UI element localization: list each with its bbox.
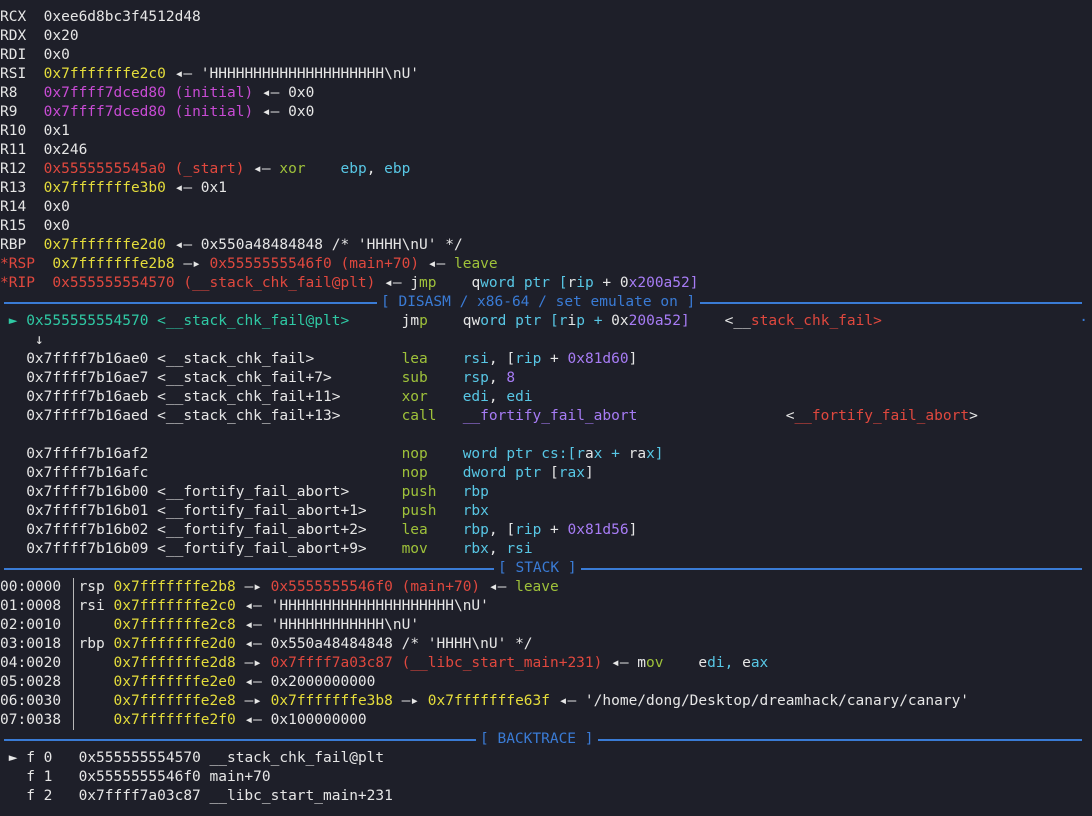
section-title: [ BACKTRACE ] <box>480 731 594 747</box>
disasm-header: [ DISASM / x86-64 / set emulate on ] · <box>0 293 1092 329</box>
current-instruction[interactable]: ► 0x555555554570 <__stack_chk_fail@plt> … <box>0 312 1092 331</box>
disasm-row[interactable] <box>0 426 1092 445</box>
stack-row[interactable]: 03:0018 rbp 0x7fffffffe2d0 ◂— 0x550a4848… <box>0 635 1092 654</box>
register-row: RBP 0x7fffffffe2d0 ◂— 0x550a48484848 /* … <box>0 237 463 253</box>
stack-row[interactable]: 06:0030 0x7fffffffe2e8 —▸ 0x7fffffffe3b8… <box>0 692 1092 711</box>
disasm-row[interactable]: 0x7ffff7b16ae7 <__stack_chk_fail+7> sub … <box>0 369 1092 388</box>
stack-row[interactable]: 07:0038 0x7fffffffe2f0 ◂— 0x100000000 <box>0 711 1092 730</box>
register-row: RDX 0x20 <box>0 28 79 44</box>
register-row: RSI 0x7fffffffe2c0 ◂— 'HHHHHHHHHHHHHHHHH… <box>0 66 420 82</box>
register-row: R14 0x0 <box>0 199 70 215</box>
section-title: [ STACK ] <box>498 560 577 576</box>
disasm-row[interactable]: 0x7ffff7b16aed <__stack_chk_fail+13> cal… <box>0 407 1092 426</box>
stack-header: [ STACK ] <box>0 559 1092 578</box>
separator-rule <box>4 568 494 570</box>
disasm-row[interactable]: 0x7ffff7b16b02 <__fortify_fail_abort+2> … <box>0 521 1092 540</box>
register-row: R11 0x246 <box>0 142 88 158</box>
separator-rule <box>4 302 377 304</box>
register-row: *RIP 0x555555554570 (__stack_chk_fail@pl… <box>0 275 699 291</box>
register-row: *RSP 0x7fffffffe2b8 —▸ 0x5555555546f0 (m… <box>0 256 498 272</box>
stack-row[interactable]: 00:0000 rsp 0x7fffffffe2b8 —▸ 0x55555555… <box>0 578 1092 597</box>
disasm-row[interactable]: 0x7ffff7b16af2 nop word ptr cs:[rax + ra… <box>0 445 1092 464</box>
register-row: R8 0x7ffff7dced80 (initial) ◂— 0x0 <box>0 85 315 101</box>
register-row: R13 0x7fffffffe3b0 ◂— 0x1 <box>0 180 227 196</box>
disasm-row[interactable]: 0x7ffff7b16afc nop dword ptr [rax] <box>0 464 1092 483</box>
register-row: R15 0x0 <box>0 218 70 234</box>
terminal-window[interactable]: RCX 0xee6d8bc3f4512d48 RDX 0x20 RDI 0x0 RSI… <box>0 0 1092 816</box>
disasm-row[interactable]: 0x7ffff7b16b09 <__fortify_fail_abort+9> … <box>0 540 1092 559</box>
stack-row[interactable]: 01:0008 rsi 0x7fffffffe2c0 ◂— 'HHHHHHHHH… <box>0 597 1092 616</box>
disasm-row[interactable]: 0x7ffff7b16aeb <__stack_chk_fail+11> xor… <box>0 388 1092 407</box>
backtrace-frame[interactable]: f 1 0x5555555546f0 main+70 <box>0 768 1092 787</box>
disasm-row[interactable]: ↓ <box>0 331 1092 350</box>
stack-row[interactable]: 02:0010 0x7fffffffe2c8 ◂— 'HHHHHHHHHHHH\… <box>0 616 1092 635</box>
backtrace-frame[interactable]: ► f 0 0x555555554570 __stack_chk_fail@pl… <box>0 749 1092 768</box>
separator-rule <box>597 739 1082 741</box>
register-row: RDI 0x0 <box>0 47 70 63</box>
disasm-row[interactable]: 0x7ffff7b16b01 <__fortify_fail_abort+1> … <box>0 502 1092 521</box>
disasm-row[interactable]: 0x7ffff7b16ae0 <__stack_chk_fail> lea rs… <box>0 350 1092 369</box>
stack-row[interactable]: 04:0020 0x7fffffffe2d8 —▸ 0x7ffff7a03c87… <box>0 654 1092 673</box>
backtrace-header: [ BACKTRACE ] <box>0 730 1092 749</box>
disasm-row[interactable]: 0x7ffff7b16b00 <__fortify_fail_abort> pu… <box>0 483 1092 502</box>
register-row: RCX 0xee6d8bc3f4512d48 <box>0 9 201 25</box>
register-row: R10 0x1 <box>0 123 70 139</box>
separator-rule <box>700 302 1082 304</box>
separator-rule <box>4 739 476 741</box>
stack-divider <box>73 578 74 730</box>
stack-row[interactable]: 05:0028 0x7fffffffe2e0 ◂— 0x2000000000 <box>0 673 1092 692</box>
register-row: R12 0x5555555545a0 (_start) ◂— xor ebp, … <box>0 161 411 177</box>
separator-rule <box>580 568 1082 570</box>
backtrace-frame[interactable]: f 2 0x7ffff7a03c87 __libc_start_main+231 <box>0 787 1092 806</box>
section-title: [ DISASM / x86-64 / set emulate on ] <box>381 294 696 310</box>
register-row: R9 0x7ffff7dced80 (initial) ◂— 0x0 <box>0 104 315 120</box>
